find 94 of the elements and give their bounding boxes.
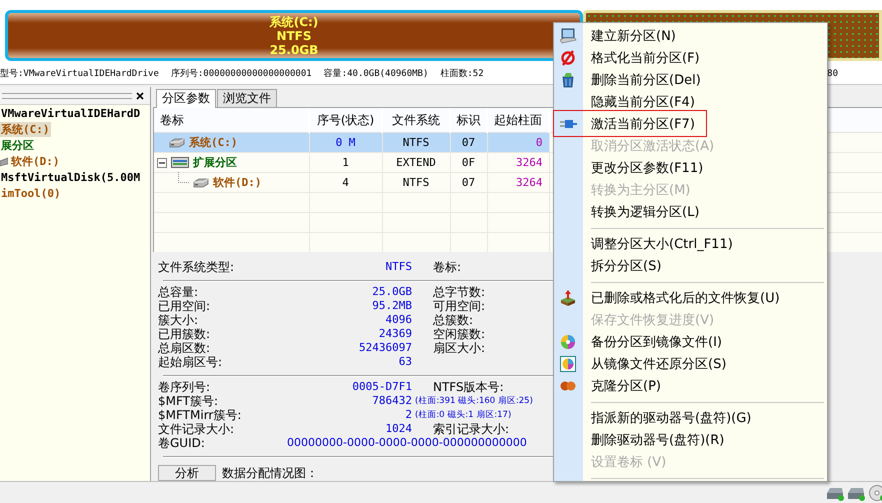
field-label: 总容量: [158,285,198,300]
recovery-box-icon [560,290,578,306]
field-label: 卷序列号: [158,380,210,394]
field-label: 总字节数: [433,285,486,300]
table-cell: 3264 [487,152,549,173]
computer-icon [560,28,578,44]
field-label: 索引记录大小: [433,422,510,436]
color-wheel-icon [560,334,578,350]
hard-drive-icon [169,136,185,150]
disk-info-text: 序列号:00000000000000000001 [170,68,312,80]
field-label: 总扇区数: [158,341,210,356]
menu-item[interactable]: 隐藏当前分区(F4) [554,91,827,113]
field-label: 已用空间: [158,299,210,314]
table-cell: 4 [309,172,382,193]
field-value: 95.2MB [371,299,412,314]
field-label: NTFS版本号: [433,380,504,394]
field-label: 卷标: [433,260,462,274]
field-value: 63 [398,355,412,370]
field-label: $MFT簇号: [158,394,218,408]
column-header[interactable]: 标识 [450,108,487,133]
menu-item[interactable]: 删除当前分区(Del) [554,69,827,91]
field-value: 1024 [384,422,412,436]
table-cell: 3264 [487,172,549,193]
menu-item[interactable]: 指派新的驱动器号(盘符)(G) [554,407,827,429]
field-label: 扇区大小: [433,341,486,356]
hard-drive-icon [193,176,209,190]
field-label: 已用簇数: [158,327,210,342]
field-value: 52436097 [358,341,412,356]
menu-item[interactable]: 激活当前分区(F7) [554,113,827,135]
table-cell: NTFS [382,132,450,153]
menu-item[interactable]: 调整分区大小(Ctrl_F11) [554,233,827,255]
menu-item[interactable]: 已删除或格式化后的文件恢复(U) [554,287,827,309]
field-label: 可用空间: [433,299,486,314]
table-cell: EXTEND [382,152,450,173]
analyze-button[interactable]: 分析 [158,465,216,482]
partition-block[interactable]: 系统(C:) NTFS 25.0GB [5,10,583,62]
field-label: 起始扇区号: [158,355,222,370]
field-value: 0005-D7F1 [351,380,412,394]
disk-info-text: 型号:VMwareVirtualIDEHardDrive [0,68,159,80]
column-header[interactable]: 文件系统 [382,108,450,133]
field-label: 总簇数: [433,313,474,328]
menu-item[interactable]: 克隆分区(P) [554,375,827,397]
menu-item[interactable]: 删除驱动器号(盘符)(R) [554,429,827,451]
field-value: 4096 [384,313,412,328]
tab[interactable]: 浏览文件 [217,89,277,108]
field-label: 文件系统类型: [158,260,234,274]
field-value: 00000000-0000-0000-0000-000000000000 [287,436,527,450]
field-value: 24369 [378,327,412,342]
column-header[interactable]: 起始柱面 [487,108,549,133]
tree-item[interactable]: 软件(D:) [10,154,60,169]
prohibited-icon [560,50,578,66]
column-header[interactable]: 卷标 [154,108,309,133]
disk-info-text: 容量:40.0GB(40960MB) [324,68,428,80]
field-label: 簇大小: [158,313,198,328]
menu-item[interactable]: 拆分分区(S) [554,255,827,277]
framed-color-wheel-icon [560,356,578,372]
field-label: 文件记录大小: [158,422,234,436]
menu-item[interactable]: 从镜像文件还原分区(S) [554,353,827,375]
tree-item[interactable]: 展分区 [0,138,35,153]
field-value: 25.0GB [371,285,412,300]
table-cell: 0 M [309,132,382,153]
table-cell: 0F [450,152,487,173]
partition-size: 25.0GB [270,42,318,57]
partition-name: 系统(C:) [189,135,238,150]
extended-partition-icon [171,156,189,170]
partition-file-system: NTFS [276,28,312,43]
tree-item[interactable]: VMwareVirtualIDEHardD [0,106,142,120]
field-value: (柱面:0 磁头:1 扇区:17) [414,409,512,422]
chart-label: 数据分配情况图： [222,466,318,480]
partition-name: 扩展分区 [193,155,237,170]
disk-info-text: 80 [827,68,838,79]
table-cell: 0 [487,132,549,153]
menu-item[interactable]: 转换为逻辑分区(L) [554,201,827,223]
tree-item[interactable]: imTool(0) [0,186,62,200]
tree-item[interactable]: MsftVirtualDisk(5.00M [0,170,142,184]
field-value: (柱面:391 磁头:160 扇区:25) [414,395,533,408]
field-label: $MFTMirr簇号: [158,408,242,422]
field-label: 空闲簇数: [433,327,486,342]
table-cell: 07 [450,132,487,153]
tab[interactable]: 分区参数 [156,89,216,108]
disk-info-text: 柱面数:52 [440,68,484,80]
field-value: NTFS [384,260,412,274]
tree-item[interactable]: 系统(C:) [0,122,50,137]
close-icon [136,92,144,100]
column-header[interactable]: 序号(状态) [309,108,382,133]
partition-label: 系统(C:) [270,14,318,29]
table-cell: 1 [309,152,382,173]
menu-item[interactable]: 备份分区到镜像文件(I) [554,331,827,353]
field-label: 卷GUID: [158,436,205,450]
table-cell: 07 [450,172,487,193]
partition-name: 软件(D:) [213,175,262,190]
field-value: 2 [404,408,412,422]
field-value: 786432 [371,394,412,408]
table-cell: NTFS [382,172,450,193]
